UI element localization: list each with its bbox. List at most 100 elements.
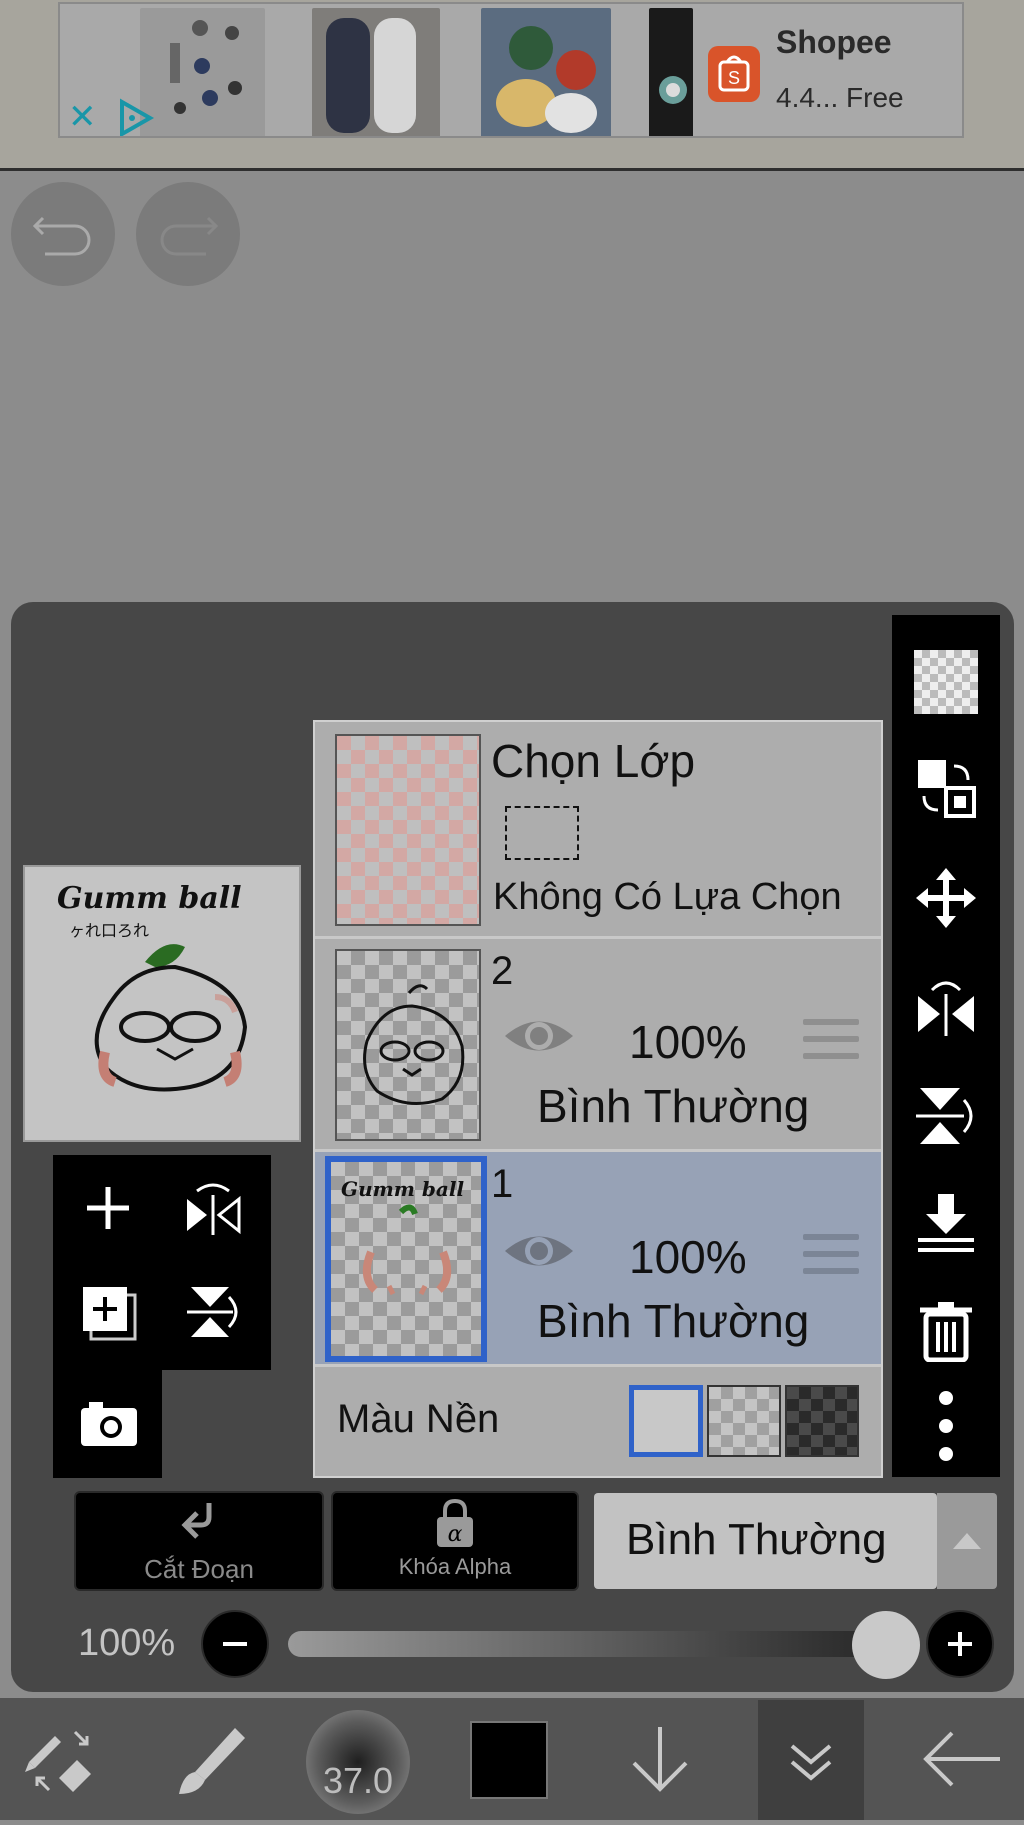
layers-toggle-button[interactable] <box>758 1700 864 1820</box>
ad-app-image[interactable] <box>649 8 693 136</box>
brush-eraser-switch-icon <box>25 1730 91 1792</box>
back-button[interactable] <box>906 1698 1016 1820</box>
svg-text:S: S <box>728 68 740 88</box>
layer-blend-mode: Bình Thường <box>537 1295 810 1347</box>
layer-tools-ext <box>53 1368 162 1478</box>
layer-thumbnail <box>335 949 481 1141</box>
ad-content[interactable]: S Shopee 4.4... Free ✕ <box>58 2 964 138</box>
plus-icon <box>948 1632 972 1656</box>
opacity-decrease-button[interactable] <box>201 1610 269 1678</box>
opacity-increase-button[interactable] <box>926 1610 994 1678</box>
shopee-logo[interactable]: S <box>708 46 760 102</box>
undo-button[interactable] <box>11 182 115 286</box>
opacity-slider-track[interactable] <box>288 1631 888 1657</box>
brush-icon <box>179 1728 245 1794</box>
blend-mode-select[interactable]: Bình Thường <box>594 1493 937 1589</box>
plus-icon <box>87 1187 129 1229</box>
redo-button[interactable] <box>136 182 240 286</box>
selection-status: Không Có Lựa Chọn <box>493 876 842 918</box>
swap-layer-button[interactable] <box>892 743 1000 833</box>
more-options-button[interactable] <box>892 1381 1000 1471</box>
selection-layer-thumbnail <box>335 734 481 926</box>
layer-opacity: 100% <box>629 1231 747 1283</box>
merge-down-button[interactable] <box>892 1177 1000 1267</box>
layer-list: Chọn Lớp Không Có Lựa Chọn 2 100% Bình T… <box>313 720 883 1478</box>
svg-text:α: α <box>448 1522 463 1547</box>
opacity-label: 100% <box>78 1622 176 1664</box>
layer-tools <box>53 1155 271 1370</box>
background-white-option[interactable] <box>629 1385 703 1457</box>
background-checker-light-option[interactable] <box>707 1385 781 1457</box>
transparency-button[interactable] <box>892 637 1000 727</box>
brush-tool-button[interactable] <box>160 1698 260 1820</box>
color-picker-button[interactable] <box>470 1721 548 1799</box>
clipping-label: Cắt Đoạn <box>144 1554 254 1584</box>
minus-icon <box>223 1642 247 1646</box>
close-icon[interactable]: ✕ <box>68 100 97 134</box>
layer-number: 1 <box>491 1162 514 1206</box>
duplicate-layer-button[interactable] <box>81 1285 139 1348</box>
flip-vertical-icon <box>187 1287 238 1337</box>
move-layer-button[interactable] <box>892 853 1000 943</box>
right-toolbar <box>892 615 1000 1477</box>
selection-marquee-icon <box>505 806 579 860</box>
ad-product-image[interactable] <box>481 8 611 136</box>
layer-opacity: 100% <box>629 1016 747 1068</box>
opacity-slider-thumb[interactable] <box>852 1611 920 1679</box>
visibility-toggle[interactable] <box>501 1226 577 1281</box>
arrow-left-icon <box>923 1731 1000 1787</box>
camera-icon <box>81 1402 137 1446</box>
ad-banner[interactable]: S Shopee 4.4... Free ✕ <box>0 0 1024 171</box>
checkerboard-icon <box>914 650 978 714</box>
add-layer-button[interactable] <box>83 1183 133 1238</box>
layer-row[interactable]: 2 100% Bình Thường <box>315 939 881 1149</box>
flip-layer-vertical-button[interactable] <box>892 1071 1000 1161</box>
eye-icon <box>505 1236 573 1266</box>
layer-number: 2 <box>491 949 514 993</box>
ad-subtitle: 4.4... Free <box>776 82 904 113</box>
selection-layer-row[interactable]: Chọn Lớp Không Có Lựa Chọn <box>315 722 881 936</box>
eye-icon <box>505 1021 573 1051</box>
flip-layer-horizontal-button[interactable] <box>892 963 1000 1053</box>
selection-layer-label: Chọn Lớp <box>491 735 696 787</box>
move-icon <box>916 868 976 928</box>
flip-vertical-icon <box>916 1088 973 1144</box>
redo-icon <box>160 216 219 256</box>
flip-horizontal-icon <box>187 1183 241 1235</box>
canvas-preview[interactable]: Gumm ball ヶれ口ろれ <box>23 865 301 1142</box>
blend-mode-dropdown-button[interactable] <box>937 1493 997 1589</box>
undo-icon <box>32 216 91 256</box>
layer-row-selected[interactable]: Gumm ball 1 100% Bình Thường <box>315 1152 881 1364</box>
duplicate-icon <box>83 1287 137 1341</box>
blend-mode-value: Bình Thường <box>626 1515 887 1564</box>
layer-blend-mode: Bình Thường <box>537 1080 810 1132</box>
double-chevron-down-icon <box>790 1744 832 1781</box>
flip-horizontal-icon <box>918 981 974 1036</box>
brush-size-value: 37.0 <box>322 1760 394 1801</box>
visibility-toggle[interactable] <box>501 1011 577 1066</box>
drag-handle-icon[interactable] <box>803 1234 859 1274</box>
ad-choices-icon[interactable] <box>116 98 156 136</box>
arrow-down-icon <box>632 1727 688 1792</box>
ad-product-image[interactable] <box>140 8 265 136</box>
import-photo-button[interactable] <box>79 1398 139 1453</box>
delete-layer-button[interactable] <box>892 1285 1000 1375</box>
preview-drawing <box>94 944 248 1092</box>
flip-vertical-button[interactable] <box>185 1283 243 1346</box>
alpha-lock-label: Khóa Alpha <box>398 1554 512 1579</box>
clipping-button[interactable]: Cắt Đoạn <box>74 1491 324 1591</box>
ad-title[interactable]: Shopee <box>776 24 892 61</box>
more-vertical-icon <box>939 1391 953 1461</box>
background-checker-dark-option[interactable] <box>785 1385 859 1457</box>
merge-down-icon <box>918 1194 974 1252</box>
flip-horizontal-button[interactable] <box>183 1181 243 1242</box>
drag-handle-icon[interactable] <box>803 1019 859 1059</box>
clip-arrow-icon <box>181 1503 212 1539</box>
tool-switch-button[interactable] <box>10 1698 110 1820</box>
swap-icon <box>918 760 976 818</box>
background-color-row: Màu Nền <box>315 1367 881 1476</box>
move-down-button[interactable] <box>610 1698 710 1820</box>
ad-product-image[interactable] <box>312 8 440 136</box>
layer-thumbnail: Gumm ball <box>325 1156 487 1362</box>
alpha-lock-button[interactable]: α Khóa Alpha <box>331 1491 579 1591</box>
